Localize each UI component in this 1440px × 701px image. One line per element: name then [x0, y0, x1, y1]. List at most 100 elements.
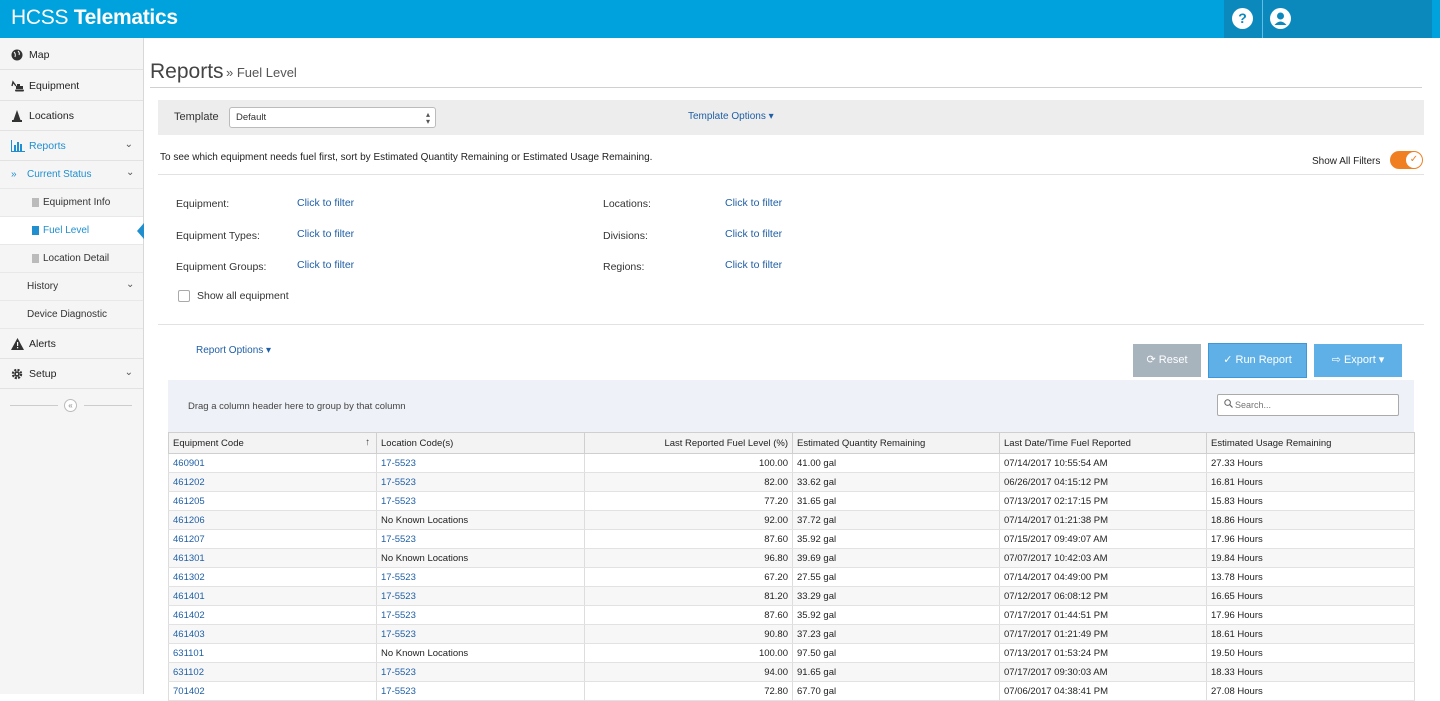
column-header-equipment-code[interactable]: Equipment Code ↑ — [168, 432, 377, 454]
table-row[interactable]: 461302 17-5523 67.20 27.55 gal 07/14/2017 04… — [168, 567, 1415, 587]
location-code-cell[interactable]: 17-5523 — [376, 624, 585, 644]
template-options-dropdown[interactable]: Template Options ▾ — [688, 111, 774, 122]
sidebar-item-location-detail[interactable]: Location Detail — [0, 245, 143, 273]
column-header-location-codes[interactable]: Location Code(s) — [376, 432, 585, 454]
reset-button[interactable]: ⟳ Reset — [1133, 344, 1201, 377]
equipment-code-cell[interactable]: 461206 — [168, 510, 377, 530]
sidebar-item-map[interactable]: Map — [0, 40, 143, 70]
brand-bold: Telematics — [73, 6, 178, 29]
export-button[interactable]: ⇨ Export ▾ — [1314, 344, 1402, 377]
show-all-filters-toggle[interactable]: ✓ — [1390, 151, 1423, 169]
report-options-dropdown[interactable]: Report Options ▾ — [196, 345, 271, 356]
equipment-filter-link[interactable]: Click to filter — [297, 197, 354, 209]
column-header-fuel-level[interactable]: Last Reported Fuel Level (%) — [584, 432, 793, 454]
search-input[interactable] — [1235, 398, 1393, 412]
equipment-code-cell[interactable]: 461205 — [168, 491, 377, 511]
group-by-panel[interactable]: Drag a column header here to group by th… — [168, 380, 1414, 432]
table-row[interactable]: 461402 17-5523 87.60 35.92 gal 07/17/2017 01… — [168, 605, 1415, 625]
usage-remaining-cell: 13.78 Hours — [1206, 567, 1415, 587]
sidebar-item-device-diagnostic[interactable]: Device Diagnostic — [0, 301, 143, 329]
fuel-level-cell: 81.20 — [584, 586, 793, 606]
show-all-equipment-checkbox[interactable] — [178, 290, 190, 302]
equipment-code-cell[interactable]: 461202 — [168, 472, 377, 492]
page-title: Reports — [150, 60, 224, 83]
sidebar-item-alerts[interactable]: Alerts — [0, 329, 143, 359]
table-row[interactable]: 461401 17-5523 81.20 33.29 gal 07/12/2017 06… — [168, 586, 1415, 606]
location-code-cell[interactable]: 17-5523 — [376, 453, 585, 473]
regions-filter-link[interactable]: Click to filter — [725, 259, 782, 271]
location-code-cell[interactable]: 17-5523 — [376, 681, 585, 701]
run-report-button[interactable]: ✓ Run Report — [1209, 344, 1306, 377]
table-row[interactable]: 461403 17-5523 90.80 37.23 gal 07/17/2017 01… — [168, 624, 1415, 644]
table-row[interactable]: 631101 No Known Locations 100.00 97.50 gal 0… — [168, 643, 1415, 663]
equipment-code-cell[interactable]: 461402 — [168, 605, 377, 625]
help-icon[interactable]: ? — [1232, 8, 1253, 29]
location-code-cell[interactable]: 17-5523 — [376, 605, 585, 625]
equipment-code-cell[interactable]: 460901 — [168, 453, 377, 473]
last-reported-cell: 07/17/2017 01:21:49 PM — [999, 624, 1207, 644]
sidebar-collapse[interactable]: « — [10, 399, 132, 412]
show-all-equipment-label[interactable]: Show all equipment — [197, 290, 289, 302]
quantity-remaining-cell: 33.29 gal — [792, 586, 1000, 606]
sidebar-item-equipment[interactable]: Equipment — [0, 71, 143, 101]
sidebar-item-reports[interactable]: Reports ⌄ — [0, 131, 143, 161]
divider — [150, 87, 1422, 88]
table-row[interactable]: 461207 17-5523 87.60 35.92 gal 07/15/2017 09… — [168, 529, 1415, 549]
sidebar-item-current-status[interactable]: » Current Status ⌄ — [0, 161, 143, 189]
equipment-types-filter-link[interactable]: Click to filter — [297, 228, 354, 240]
sidebar-item-history[interactable]: History ⌄ — [0, 273, 143, 301]
quantity-remaining-cell: 41.00 gal — [792, 453, 1000, 473]
equipment-code-cell[interactable]: 461401 — [168, 586, 377, 606]
table-row[interactable]: 461206 No Known Locations 92.00 37.72 gal 07… — [168, 510, 1415, 530]
last-reported-cell: 07/13/2017 02:17:15 PM — [999, 491, 1207, 511]
regions-filter-label: Regions: — [603, 261, 645, 273]
equipment-groups-filter-link[interactable]: Click to filter — [297, 259, 354, 271]
last-reported-cell: 07/17/2017 09:30:03 AM — [999, 662, 1207, 682]
column-header-label: Location Code(s) — [381, 437, 454, 449]
sidebar-item-locations[interactable]: Locations — [0, 101, 143, 131]
column-header-quantity-remaining[interactable]: Estimated Quantity Remaining — [792, 432, 1000, 454]
gear-icon — [11, 368, 23, 380]
sort-ascending-icon[interactable]: ↑ — [365, 437, 370, 448]
collapse-left-icon[interactable]: « — [64, 399, 77, 412]
table-row[interactable]: 631102 17-5523 94.00 91.65 gal 07/17/2017 09… — [168, 662, 1415, 682]
location-code-cell[interactable]: 17-5523 — [376, 586, 585, 606]
table-row[interactable]: 461202 17-5523 82.00 33.62 gal 06/26/2017 04… — [168, 472, 1415, 492]
sidebar-item-fuel-level[interactable]: Fuel Level — [0, 217, 144, 245]
group-by-hint: Drag a column header here to group by th… — [188, 401, 406, 412]
brand-logo[interactable]: HCSS Telematics — [11, 6, 178, 30]
user-icon[interactable] — [1270, 8, 1291, 29]
locations-filter-link[interactable]: Click to filter — [725, 197, 782, 209]
location-code-cell[interactable]: 17-5523 — [376, 567, 585, 587]
equipment-code-cell[interactable]: 461403 — [168, 624, 377, 644]
template-select[interactable]: Default ▴ ▾ — [229, 107, 436, 128]
usage-remaining-cell: 18.86 Hours — [1206, 510, 1415, 530]
table-row[interactable]: 461301 No Known Locations 96.80 39.69 gal 07… — [168, 548, 1415, 568]
table-row[interactable]: 460901 17-5523 100.00 41.00 gal 07/14/2017 1… — [168, 453, 1415, 473]
equipment-code-cell[interactable]: 461207 — [168, 529, 377, 549]
sidebar-item-equipment-info[interactable]: Equipment Info — [0, 189, 143, 217]
equipment-code-cell[interactable]: 461302 — [168, 567, 377, 587]
location-code-cell: No Known Locations — [376, 510, 585, 530]
equipment-code-cell[interactable]: 631101 — [168, 643, 377, 663]
location-code-cell[interactable]: 17-5523 — [376, 529, 585, 549]
check-icon: ✓ — [1406, 152, 1422, 168]
table-row[interactable]: 701402 17-5523 72.80 67.70 gal 07/06/2017 04… — [168, 681, 1415, 701]
location-code-cell[interactable]: 17-5523 — [376, 662, 585, 682]
equipment-code-cell[interactable]: 631102 — [168, 662, 377, 682]
table-row[interactable]: 461205 17-5523 77.20 31.65 gal 07/13/2017 02… — [168, 491, 1415, 511]
location-code-cell[interactable]: 17-5523 — [376, 491, 585, 511]
sidebar-item-setup[interactable]: Setup ⌄ — [0, 359, 143, 389]
column-header-last-reported[interactable]: Last Date/Time Fuel Reported — [999, 432, 1207, 454]
divisions-filter-link[interactable]: Click to filter — [725, 228, 782, 240]
column-header-usage-remaining[interactable]: Estimated Usage Remaining — [1206, 432, 1415, 454]
equipment-code-cell[interactable]: 461301 — [168, 548, 377, 568]
location-code-cell: No Known Locations — [376, 548, 585, 568]
equipment-code-cell[interactable]: 701402 — [168, 681, 377, 701]
grid-search[interactable] — [1217, 394, 1399, 416]
location-code-cell[interactable]: 17-5523 — [376, 472, 585, 492]
chevron-down-icon: ⌄ — [124, 367, 133, 378]
usage-remaining-cell: 19.84 Hours — [1206, 548, 1415, 568]
divider — [158, 324, 1424, 325]
fuel-hint-text: To see which equipment needs fuel first,… — [160, 152, 653, 163]
